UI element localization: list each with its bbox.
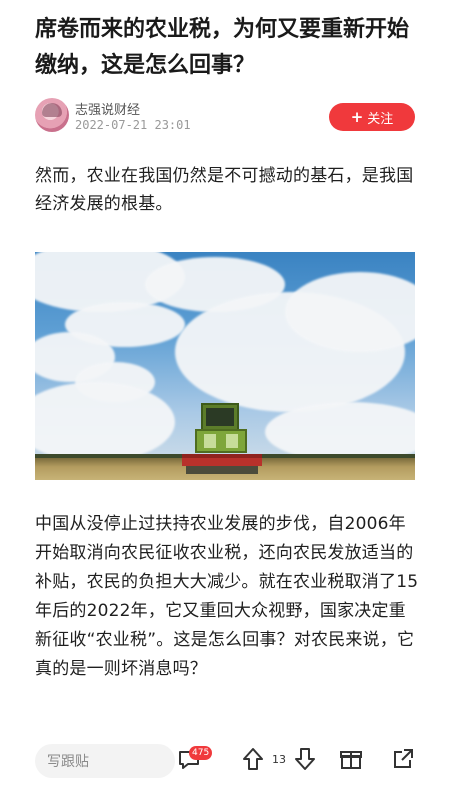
follow-label: 关注: [367, 111, 394, 127]
gift-icon[interactable]: [338, 746, 364, 772]
article-title: 席卷而来的农业税，为何又要重新开始缴纳，这是怎么回事？: [35, 17, 410, 78]
bottom-action-bar: 写跟贴 475 13: [0, 736, 450, 786]
comment-count-badge: 475: [189, 746, 213, 760]
comment-input[interactable]: 写跟贴: [35, 744, 175, 778]
upvote-icon[interactable]: [240, 746, 266, 772]
avatar[interactable]: [35, 98, 69, 132]
vote-count: 13: [272, 753, 286, 766]
harvester-icon: [182, 403, 262, 474]
article-paragraph-1: 然而，农业在我国仍然是不可撼动的基石，是我国经济发展的根基。: [35, 166, 414, 214]
share-icon[interactable]: [390, 746, 416, 772]
publish-time: 2022-07-21 23:01: [75, 118, 191, 132]
author-row: 志强说财经 2022-07-21 23:01 + 关注: [35, 98, 415, 138]
downvote-icon[interactable]: [292, 746, 318, 772]
article-paragraph-2: 中国从没停止过扶持农业发展的步伐，自2006年开始取消向农民征收农业税，还向农民…: [35, 514, 419, 679]
author-name[interactable]: 志强说财经: [75, 99, 140, 118]
follow-button[interactable]: + 关注: [329, 103, 415, 131]
harvester-photo: [35, 252, 415, 480]
plus-icon: +: [350, 107, 364, 126]
